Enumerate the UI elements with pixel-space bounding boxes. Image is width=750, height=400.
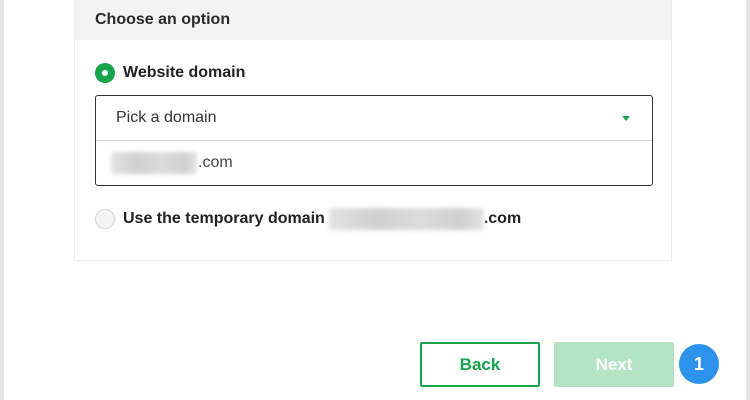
website-domain-radio[interactable] [95, 63, 115, 83]
card-header: Choose an option [75, 0, 671, 40]
domain-dropdown-select[interactable]: Pick a domain [96, 96, 652, 141]
frame-left-edge [0, 0, 4, 400]
website-domain-label: Website domain [123, 64, 246, 81]
caret-down-icon [622, 115, 630, 121]
next-button[interactable]: Next [554, 342, 674, 387]
domain-option-card: Choose an option Website domain Pick a d… [74, 0, 672, 261]
domain-option-suffix: .com [198, 154, 233, 171]
temporary-domain-label: Use the temporary domain [123, 210, 325, 227]
temporary-domain-suffix: .com [483, 210, 522, 227]
radio-selected-dot [102, 70, 108, 76]
step-number-badge: 1 [679, 344, 719, 384]
frame-right-edge [746, 0, 750, 400]
back-button[interactable]: Back [420, 342, 540, 387]
domain-dropdown-option[interactable]: .com [96, 141, 652, 185]
temporary-domain-radio[interactable] [95, 209, 115, 229]
domain-dropdown-placeholder: Pick a domain [116, 109, 217, 126]
card-header-title: Choose an option [95, 11, 231, 28]
temporary-domain-option[interactable]: Use the temporary domain .com [95, 208, 521, 230]
website-domain-option[interactable]: Website domain [95, 63, 245, 83]
redacted-domain-name [111, 152, 197, 174]
redacted-temporary-domain [328, 208, 484, 230]
domain-dropdown[interactable]: Pick a domain .com [95, 95, 653, 186]
